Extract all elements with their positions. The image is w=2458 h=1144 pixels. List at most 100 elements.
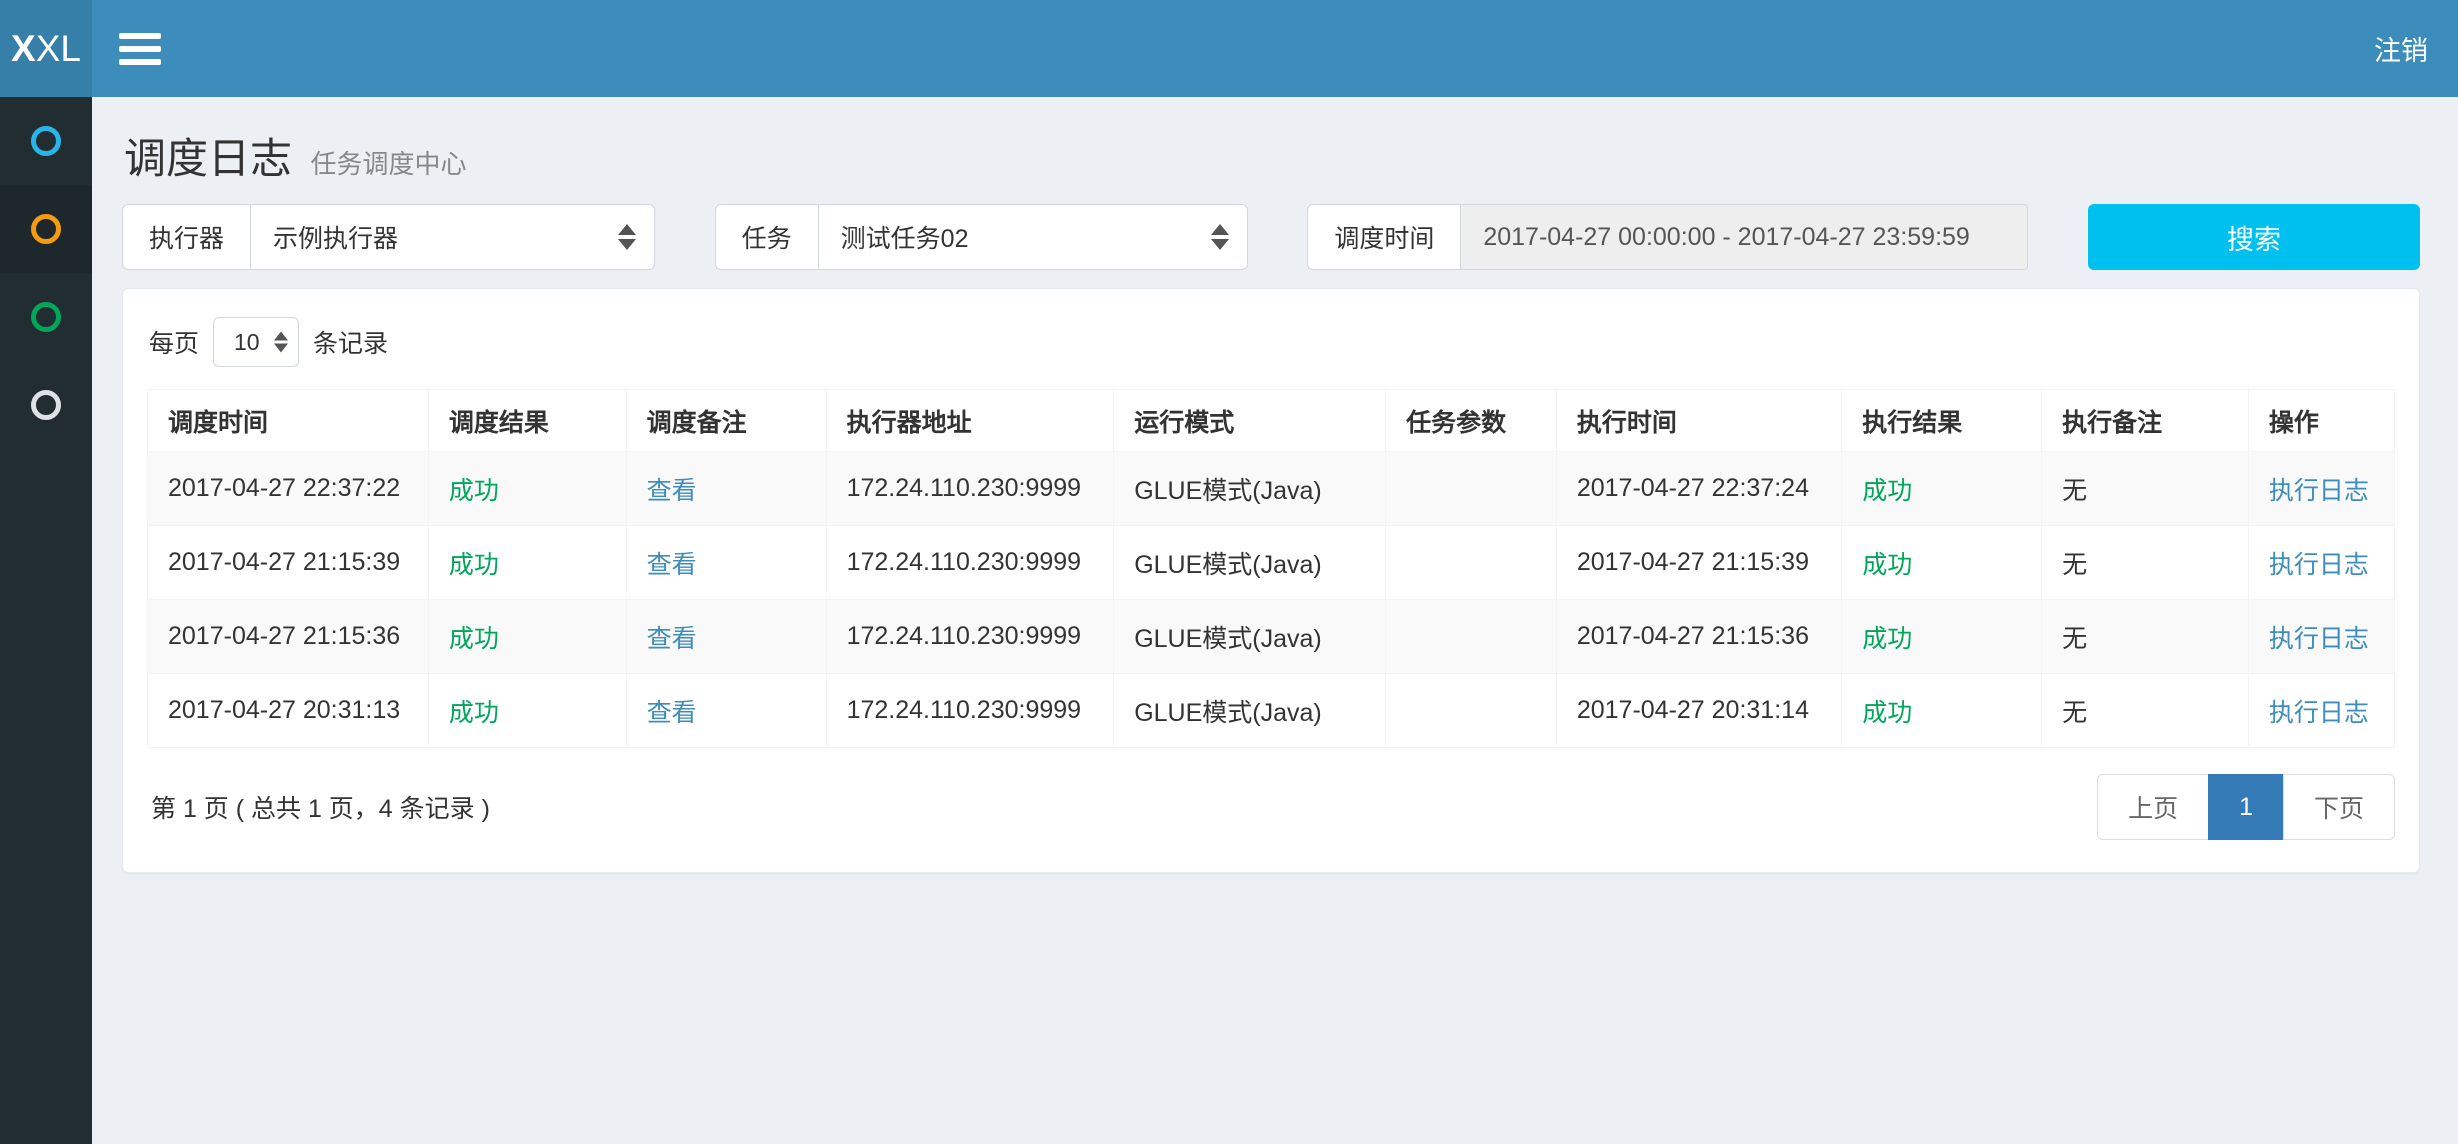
col-header-job-param: 任务参数 — [1386, 390, 1557, 452]
filter-toolbar: 执行器 示例执行器 任务 测试任务02 调度时间 2017-04-27 00:0… — [122, 204, 2420, 270]
cell-glue-type: GLUE模式(Java) — [1114, 600, 1386, 674]
page-subtitle: 任务调度中心 — [310, 149, 466, 179]
execution-log-link[interactable]: 执行日志 — [2269, 551, 2369, 579]
cell-job-param — [1386, 526, 1557, 600]
executor-filter-label: 执行器 — [122, 204, 250, 270]
cell-handle-msg: 无 — [2042, 452, 2249, 526]
cell-handle-msg: 无 — [2042, 600, 2249, 674]
cell-trigger-result: 成功 — [428, 526, 626, 600]
hamburger-icon — [119, 33, 161, 39]
view-trigger-msg-link[interactable]: 查看 — [647, 551, 697, 579]
cell-handle-time: 2017-04-27 21:15:36 — [1556, 600, 1841, 674]
cell-glue-type: GLUE模式(Java) — [1114, 452, 1386, 526]
cell-action: 执行日志 — [2248, 674, 2394, 748]
cell-trigger-msg: 查看 — [626, 452, 826, 526]
col-header-handle-result: 执行结果 — [1842, 390, 2042, 452]
content-area: 调度日志 任务调度中心 执行器 示例执行器 任务 测试任务02 调度时间 201… — [92, 97, 2458, 1144]
cell-action: 执行日志 — [2248, 452, 2394, 526]
cell-trigger-result: 成功 — [428, 600, 626, 674]
status-success-text: 成功 — [449, 551, 499, 579]
cell-action: 执行日志 — [2248, 526, 2394, 600]
sidebar-item-3[interactable] — [0, 273, 92, 361]
job-select-value: 测试任务02 — [841, 219, 969, 255]
cell-trigger-time: 2017-04-27 21:15:39 — [148, 526, 429, 600]
top-navbar: XXL 注销 — [0, 0, 2458, 97]
execution-log-link[interactable]: 执行日志 — [2269, 699, 2369, 727]
cell-job-param — [1386, 600, 1557, 674]
circle-icon — [31, 214, 61, 244]
status-success-text: 成功 — [449, 699, 499, 727]
col-header-trigger-msg: 调度备注 — [626, 390, 826, 452]
table-row: 2017-04-27 22:37:22 成功 查看 172.24.110.230… — [148, 452, 2395, 526]
table-row: 2017-04-27 20:31:13 成功 查看 172.24.110.230… — [148, 674, 2395, 748]
trigger-time-range-input[interactable]: 2017-04-27 00:00:00 - 2017-04-27 23:59:5… — [1460, 204, 2028, 270]
executor-select[interactable]: 示例执行器 — [250, 204, 655, 270]
page-size-suffix-label: 条记录 — [313, 324, 388, 360]
cell-job-param — [1386, 452, 1557, 526]
cell-glue-type: GLUE模式(Java) — [1114, 674, 1386, 748]
pagination-bar: 第 1 页 ( 总共 1 页，4 条记录 ) 上页 1 下页 — [147, 774, 2395, 840]
cell-handle-result: 成功 — [1842, 452, 2042, 526]
cell-trigger-time: 2017-04-27 21:15:36 — [148, 600, 429, 674]
status-success-text: 成功 — [1862, 625, 1912, 653]
view-trigger-msg-link[interactable]: 查看 — [647, 625, 697, 653]
navbar-right: 注销 — [2344, 0, 2458, 97]
col-header-action: 操作 — [2248, 390, 2394, 452]
table-row: 2017-04-27 21:15:36 成功 查看 172.24.110.230… — [148, 600, 2395, 674]
page-number-button-current[interactable]: 1 — [2208, 774, 2284, 840]
circle-icon — [31, 390, 61, 420]
mini-sidebar — [0, 97, 92, 1144]
table-row: 2017-04-27 21:15:39 成功 查看 172.24.110.230… — [148, 526, 2395, 600]
cell-trigger-msg: 查看 — [626, 600, 826, 674]
col-header-handle-msg: 执行备注 — [2042, 390, 2249, 452]
cell-handle-result: 成功 — [1842, 600, 2042, 674]
table-header-row: 调度时间 调度结果 调度备注 执行器地址 运行模式 任务参数 执行时间 执行结果… — [148, 390, 2395, 452]
view-trigger-msg-link[interactable]: 查看 — [647, 699, 697, 727]
page-title: 调度日志 — [124, 135, 292, 182]
cell-trigger-msg: 查看 — [626, 526, 826, 600]
status-success-text: 成功 — [1862, 551, 1912, 579]
execution-log-link[interactable]: 执行日志 — [2269, 625, 2369, 653]
hamburger-icon — [119, 59, 161, 65]
job-filter-group: 任务 测试任务02 — [715, 204, 1248, 270]
cell-handle-time: 2017-04-27 22:37:24 — [1556, 452, 1841, 526]
log-panel: 每页 10 条记录 调度时间 调度结果 调度备注 执行器地址 运行模式 — [122, 288, 2420, 873]
page-header: 调度日志 任务调度中心 — [124, 125, 2418, 186]
logout-link[interactable]: 注销 — [2344, 0, 2458, 97]
cell-job-param — [1386, 674, 1557, 748]
cell-handle-msg: 无 — [2042, 674, 2249, 748]
pagination-summary: 第 1 页 ( 总共 1 页，4 条记录 ) — [147, 789, 490, 825]
hamburger-icon — [119, 46, 161, 52]
trigger-time-range-value: 2017-04-27 00:00:00 - 2017-04-27 23:59:5… — [1483, 223, 1970, 252]
updown-arrows-icon — [274, 332, 288, 353]
cell-glue-type: GLUE模式(Java) — [1114, 526, 1386, 600]
view-trigger-msg-link[interactable]: 查看 — [647, 477, 697, 505]
status-success-text: 成功 — [449, 625, 499, 653]
updown-arrows-icon — [618, 224, 636, 250]
execution-log-link[interactable]: 执行日志 — [2269, 477, 2369, 505]
job-filter-label: 任务 — [715, 204, 818, 270]
search-button[interactable]: 搜索 — [2088, 204, 2420, 270]
sidebar-item-2-active[interactable] — [0, 185, 92, 273]
cell-handle-result: 成功 — [1842, 526, 2042, 600]
status-success-text: 成功 — [449, 477, 499, 505]
app-logo[interactable]: XXL — [0, 0, 92, 97]
circle-icon — [31, 302, 61, 332]
updown-arrows-icon — [1211, 224, 1229, 250]
sidebar-toggle-button[interactable] — [92, 0, 188, 97]
col-header-trigger-time: 调度时间 — [148, 390, 429, 452]
trigger-time-filter-group: 调度时间 2017-04-27 00:00:00 - 2017-04-27 23… — [1307, 204, 2028, 270]
sidebar-item-4[interactable] — [0, 361, 92, 449]
job-select[interactable]: 测试任务02 — [818, 204, 1248, 270]
status-success-text: 成功 — [1862, 699, 1912, 727]
page-size-select[interactable]: 10 — [213, 317, 299, 367]
next-page-button[interactable]: 下页 — [2283, 774, 2395, 840]
cell-trigger-result: 成功 — [428, 452, 626, 526]
col-header-glue-type: 运行模式 — [1114, 390, 1386, 452]
prev-page-button[interactable]: 上页 — [2097, 774, 2209, 840]
col-header-handle-time: 执行时间 — [1556, 390, 1841, 452]
cell-action: 执行日志 — [2248, 600, 2394, 674]
sidebar-item-1[interactable] — [0, 97, 92, 185]
circle-icon — [31, 126, 61, 156]
cell-executor-address: 172.24.110.230:9999 — [826, 600, 1114, 674]
